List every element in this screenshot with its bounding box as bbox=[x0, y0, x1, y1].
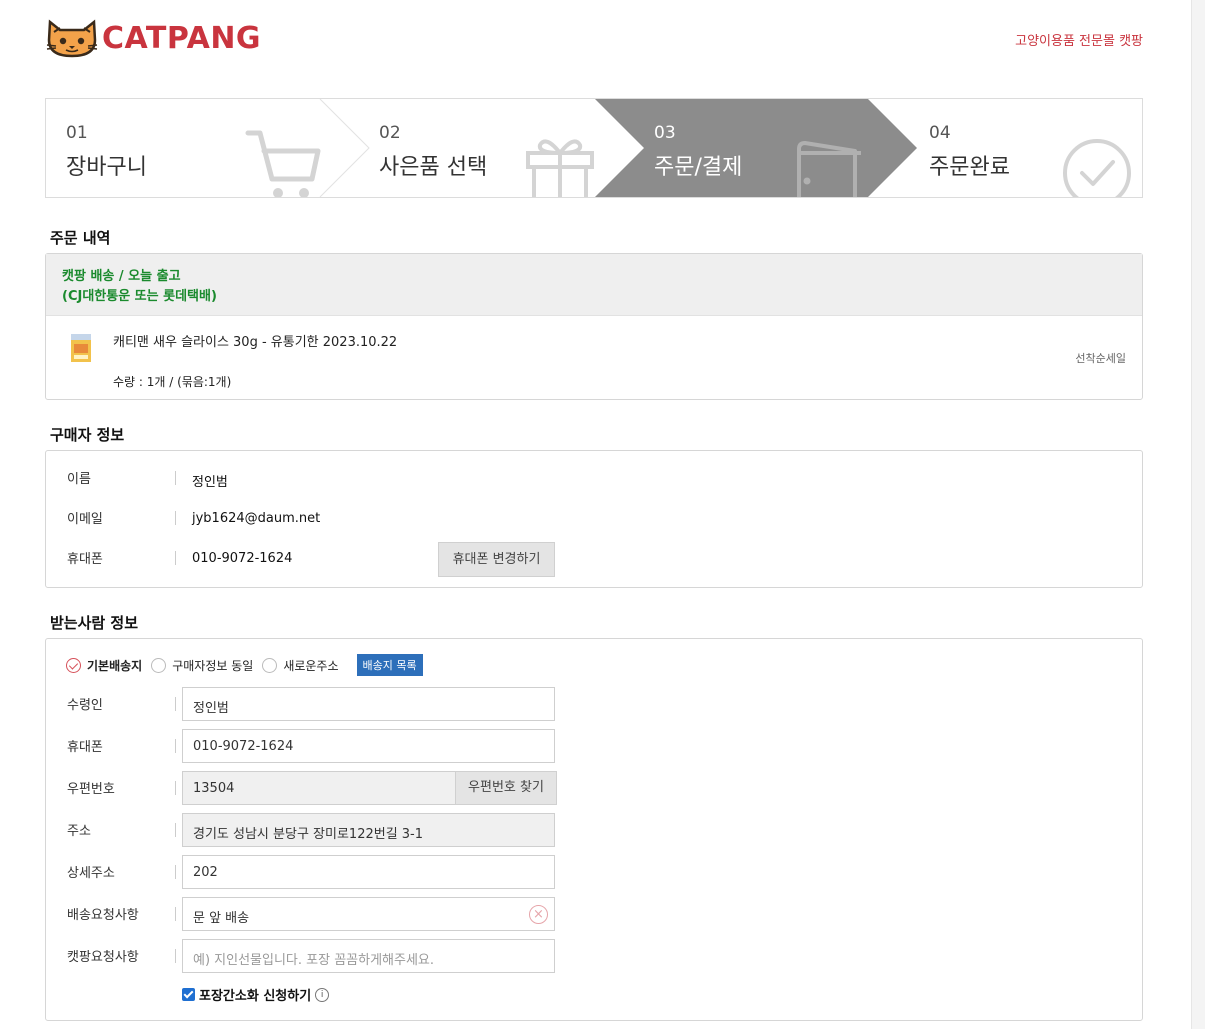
info-icon[interactable]: i bbox=[315, 987, 330, 1002]
clear-icon[interactable]: × bbox=[529, 905, 548, 924]
step-number: 01 bbox=[66, 123, 88, 143]
delivery-request-label: 배송요청사항 bbox=[67, 908, 139, 923]
divider bbox=[175, 511, 176, 525]
product-name[interactable]: 캐티맨 새우 슬라이스 30g - 유통기한 2023.10.22 bbox=[113, 331, 397, 350]
buyer-box: 이름 정인범 이메일 jyb1624@daum.net 휴대폰 010-9072… bbox=[45, 450, 1143, 588]
divider bbox=[175, 781, 176, 795]
find-zip-button[interactable]: 우편번호 찾기 bbox=[455, 771, 557, 805]
simplify-packaging-row[interactable]: 포장간소화 신청하기 i bbox=[182, 985, 330, 1004]
product-thumbnail[interactable] bbox=[70, 332, 92, 364]
buyer-section-title: 구매자 정보 bbox=[50, 426, 125, 444]
option-label[interactable]: 기본배송지 bbox=[87, 657, 142, 674]
address-label: 주소 bbox=[67, 824, 91, 839]
gift-icon bbox=[526, 139, 594, 197]
step-label: 사은품 선택 bbox=[379, 155, 488, 180]
buyer-phone-label: 휴대폰 bbox=[67, 552, 103, 567]
step-number: 02 bbox=[379, 123, 401, 143]
catpang-logo[interactable]: CATPANG bbox=[46, 18, 261, 58]
buyer-email-label: 이메일 bbox=[67, 512, 103, 527]
divider bbox=[175, 907, 176, 921]
address-list-button[interactable]: 배송지 목록 bbox=[356, 654, 423, 676]
divider bbox=[175, 551, 176, 565]
shipping-line-2: (CJ대한통운 또는 롯데택배) bbox=[62, 289, 217, 304]
brand-name: CATPANG bbox=[102, 20, 262, 56]
divider bbox=[175, 697, 176, 711]
step-cart: 01 장바구니 bbox=[46, 99, 321, 197]
simplify-packaging-checkbox[interactable] bbox=[182, 988, 195, 1001]
cat-face-icon bbox=[46, 19, 98, 58]
divider bbox=[175, 739, 176, 753]
step-label: 주문완료 bbox=[929, 155, 1010, 180]
order-box: 캣팡 배송 / 오늘 출고 (CJ대한통운 또는 롯데택배) 캐티맨 새우 슬라… bbox=[45, 253, 1143, 400]
scrollbar[interactable] bbox=[1191, 0, 1205, 1029]
order-section-title: 주문 내역 bbox=[50, 229, 111, 247]
cart-icon bbox=[245, 130, 321, 197]
buyer-name-label: 이름 bbox=[67, 472, 91, 487]
address-options: 기본배송지 구매자정보 동일 새로운주소 배송지 목록 bbox=[66, 654, 423, 676]
product-quantity: 수량 : 1개 / (묶음:1개) bbox=[113, 375, 232, 389]
delivery-request-select[interactable]: 문 앞 배송 × bbox=[182, 897, 555, 931]
step-number: 04 bbox=[929, 123, 951, 143]
divider bbox=[175, 949, 176, 963]
receiver-section-title: 받는사람 정보 bbox=[50, 614, 139, 632]
step-label: 주문/결제 bbox=[654, 155, 743, 180]
recipient-label: 수령인 bbox=[67, 698, 103, 713]
shipping-info: 캣팡 배송 / 오늘 출고 (CJ대한통운 또는 롯데택배) bbox=[46, 254, 1142, 316]
checkout-steps: 01 장바구니 02 사은품 선택 03 주문/결제 04 주문완료 bbox=[45, 98, 1143, 198]
shipping-line-1: 캣팡 배송 / 오늘 출고 bbox=[62, 269, 181, 284]
radio-new-address[interactable] bbox=[262, 657, 278, 673]
option-label[interactable]: 새로운주소 bbox=[283, 657, 338, 674]
zip-label: 우편번호 bbox=[67, 782, 115, 797]
divider bbox=[175, 471, 176, 485]
step-number: 03 bbox=[654, 123, 676, 143]
catpang-request-label: 캣팡요청사항 bbox=[67, 950, 139, 965]
sale-tag: 선착순세일 bbox=[1075, 352, 1126, 365]
detail-address-input[interactable]: 202 bbox=[182, 855, 555, 889]
recipient-input[interactable]: 정인범 bbox=[182, 687, 555, 721]
step-complete: 04 주문완료 bbox=[868, 99, 1142, 197]
buyer-name-value: 정인범 bbox=[192, 475, 228, 490]
divider bbox=[175, 823, 176, 837]
step-checkout: 03 주문/결제 bbox=[595, 99, 868, 197]
zip-input[interactable]: 13504 bbox=[182, 771, 456, 805]
address-input[interactable]: 경기도 성남시 분당구 장미로122번길 3-1 bbox=[182, 813, 555, 847]
option-label[interactable]: 구매자정보 동일 bbox=[172, 657, 253, 674]
receiver-phone-label: 휴대폰 bbox=[67, 740, 103, 755]
receiver-box: 기본배송지 구매자정보 동일 새로운주소 배송지 목록 수령인 정인범 휴대폰 … bbox=[45, 638, 1143, 1021]
delivery-request-value: 문 앞 배송 bbox=[193, 911, 250, 926]
tagline: 고양이용품 전문몰 캣팡 bbox=[1015, 34, 1143, 49]
catpang-request-input[interactable]: 예) 지인선물입니다. 포장 꼼꼼하게해주세요. bbox=[182, 939, 555, 973]
wallet-icon bbox=[797, 141, 861, 197]
step-gift: 02 사은품 선택 bbox=[320, 99, 595, 197]
simplify-packaging-label[interactable]: 포장간소화 신청하기 bbox=[199, 985, 311, 1004]
receiver-phone-input[interactable]: 010-9072-1624 bbox=[182, 729, 555, 763]
check-circle-icon bbox=[1063, 139, 1131, 197]
buyer-phone-value: 010-9072-1624 bbox=[192, 551, 293, 566]
change-phone-button[interactable]: 휴대폰 변경하기 bbox=[438, 542, 555, 577]
radio-same-as-buyer[interactable] bbox=[151, 657, 167, 673]
divider bbox=[175, 865, 176, 879]
step-label: 장바구니 bbox=[66, 155, 147, 180]
radio-default-address[interactable] bbox=[66, 657, 81, 673]
buyer-email-value: jyb1624@daum.net bbox=[192, 511, 321, 526]
detail-address-label: 상세주소 bbox=[67, 866, 115, 881]
